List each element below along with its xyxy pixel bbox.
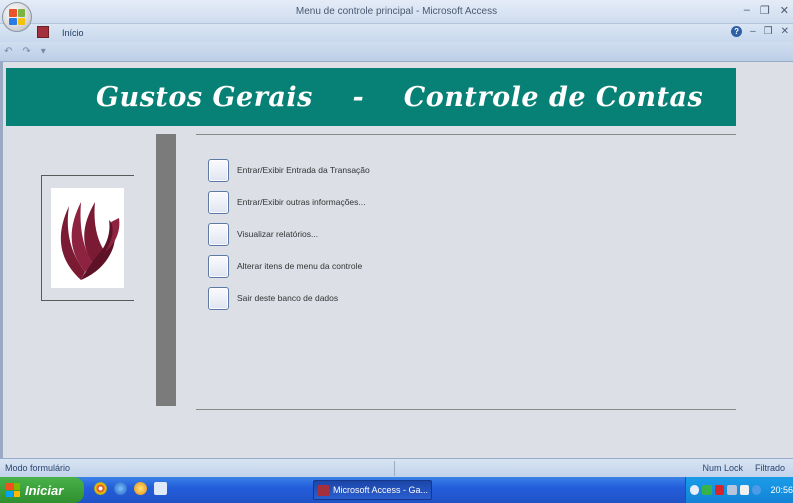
quick-launch [94, 482, 167, 495]
access-task-icon [318, 484, 329, 496]
taskbar: Iniciar Microsoft Access - Ga... 20:56 [0, 477, 793, 503]
menu-item-label[interactable]: Alterar itens de menu da controle [237, 261, 362, 271]
undo-icon[interactable]: ↶ [4, 46, 12, 57]
menu-button[interactable] [208, 286, 229, 310]
quick-access-toolbar: ↶ ↷ ▾ [0, 42, 793, 62]
menu-item-label[interactable]: Sair deste banco de dados [237, 293, 338, 303]
customize-toolbar-icon[interactable]: ▾ [41, 46, 46, 57]
menu-button[interactable] [208, 190, 229, 214]
menu-button[interactable] [208, 222, 229, 246]
menu-item[interactable]: Visualizar relatórios... [208, 222, 458, 246]
menu-item[interactable]: Sair deste banco de dados [208, 286, 458, 310]
menu-button[interactable] [208, 254, 229, 278]
internet-explorer-icon[interactable] [114, 482, 127, 495]
help-icon[interactable]: ? [731, 26, 743, 37]
num-lock-indicator: Num Lock [702, 463, 743, 473]
filter-indicator: Filtrado [754, 463, 785, 473]
window-title: Menu de controle principal - Microsoft A… [295, 6, 498, 17]
antivirus-icon[interactable] [714, 485, 725, 495]
title-bar: Menu de controle principal - Microsoft A… [0, 0, 793, 24]
chrome-tray-icon[interactable] [752, 485, 762, 495]
form-workspace: Gustos Gerais - Controle de Contas Entra… [0, 62, 793, 458]
chrome-icon[interactable] [94, 482, 107, 495]
document-controls: ? – ❐ ✕ [731, 26, 789, 37]
taskbar-access-button[interactable]: Microsoft Access - Ga... [313, 480, 432, 500]
close-button[interactable]: ✕ [780, 4, 789, 17]
menu-item[interactable]: Alterar itens de menu da controle [208, 254, 458, 278]
clock[interactable]: 20:56 [770, 485, 793, 495]
task-label: Microsoft Access - Ga... [333, 485, 429, 495]
form-title: Gustos Gerais - Controle de Contas [96, 82, 704, 113]
volume-icon[interactable] [739, 485, 750, 495]
redo-icon[interactable]: ↷ [22, 46, 30, 57]
tab-home[interactable]: Início [62, 28, 84, 38]
ribbon-tabs: Início ? – ❐ ✕ [0, 24, 793, 42]
menu-item-label[interactable]: Entrar/Exibir outras informações... [237, 197, 366, 207]
system-tray: 20:56 [685, 477, 793, 503]
divider-top [196, 134, 736, 135]
doc-close-button[interactable]: ✕ [781, 26, 789, 37]
menu-item-label[interactable]: Entrar/Exibir Entrada da Transação [237, 165, 370, 175]
restore-button[interactable]: ❐ [760, 4, 770, 17]
office-logo-icon [9, 9, 25, 25]
office-button[interactable] [2, 2, 32, 32]
doc-minimize-button[interactable]: – [750, 26, 756, 37]
windows-flag-icon [6, 483, 20, 497]
view-mode-label: Modo formulário [5, 463, 71, 473]
divider-bottom [196, 409, 736, 410]
menu-item[interactable]: Entrar/Exibir Entrada da Transação [208, 158, 458, 182]
swirl-logo-icon [60, 202, 120, 280]
minimize-button[interactable]: – [744, 4, 750, 17]
doc-restore-button[interactable]: ❐ [764, 26, 773, 37]
status-separator [394, 461, 395, 476]
menu-item[interactable]: Entrar/Exibir outras informações... [208, 190, 458, 214]
network-icon[interactable] [727, 485, 737, 495]
menu-item-label[interactable]: Visualizar relatórios... [237, 229, 318, 239]
security-icon[interactable] [702, 485, 712, 495]
access-app-icon [37, 26, 49, 38]
start-label: Iniciar [25, 482, 64, 498]
start-button[interactable]: Iniciar [0, 477, 84, 503]
window-controls: – ❐ ✕ [744, 4, 789, 17]
messenger-icon[interactable] [134, 482, 147, 495]
form-header: Gustos Gerais - Controle de Contas [6, 68, 736, 126]
status-bar: Modo formulário Num Lock Filtrado [0, 458, 793, 477]
logo-image [51, 188, 124, 288]
side-bar [156, 134, 176, 406]
tray-expand-icon[interactable] [690, 485, 700, 495]
menu-button[interactable] [208, 158, 229, 182]
show-desktop-icon[interactable] [154, 482, 167, 495]
